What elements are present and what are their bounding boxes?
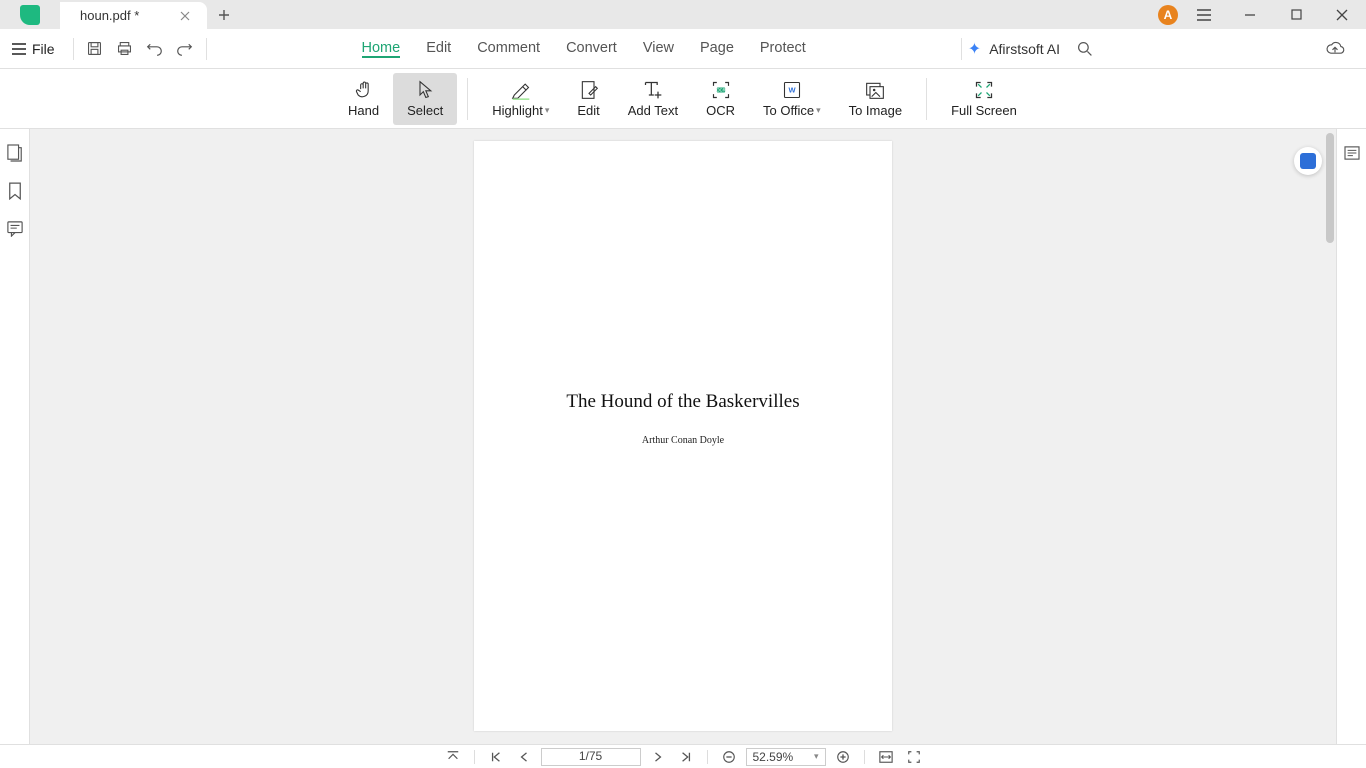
vertical-scrollbar[interactable] [1326,133,1334,243]
comment-panel-icon[interactable] [5,219,25,239]
tool-edit[interactable]: Edit [563,73,613,125]
page-number-field[interactable]: 1/75 [541,748,641,766]
new-tab-button[interactable] [207,0,241,29]
tab-home[interactable]: Home [362,40,401,58]
titlebar: houn.pdf * A [0,0,1366,29]
app-logo [0,0,60,29]
maximize-button[interactable] [1276,1,1316,29]
edit-doc-icon [578,79,600,101]
hand-icon [353,79,375,101]
tool-to-office[interactable]: W To Office▾ [749,73,835,125]
tab-protect[interactable]: Protect [760,40,806,58]
thumbnails-icon[interactable] [5,143,25,163]
zoom-in-icon[interactable] [832,748,854,766]
tool-office-label: To Office [763,103,814,118]
last-page-icon[interactable] [675,748,697,766]
next-page-icon[interactable] [647,748,669,766]
tool-add-text[interactable]: Add Text [614,73,692,125]
tool-image-label: To Image [849,103,902,118]
ai-label: Afirstsoft AI [989,41,1060,57]
document-tab[interactable]: houn.pdf * [60,2,207,29]
tab-title: houn.pdf * [80,8,139,23]
ocr-icon: OCR [710,79,732,101]
add-text-icon [642,79,664,101]
pdf-page: The Hound of the Baskervilles Arthur Con… [474,141,892,731]
undo-icon[interactable] [140,34,170,64]
scroll-top-icon[interactable] [442,748,464,766]
ribbon-toolbar: Hand Select Highlight▾ Edit Add Text OCR… [0,69,1366,129]
main-area: The Hound of the Baskervilles Arthur Con… [0,129,1366,744]
sparkle-icon: ✦ [968,39,981,59]
tab-convert[interactable]: Convert [566,40,617,58]
user-avatar[interactable]: A [1158,5,1178,25]
zoom-value: 52.59% [753,750,794,764]
right-panel-icon[interactable] [1342,143,1362,163]
tool-highlight[interactable]: Highlight▾ [478,73,563,125]
ai-button[interactable]: ✦ Afirstsoft AI [968,39,1060,59]
tool-highlight-label: Highlight [492,103,543,118]
minimize-button[interactable] [1230,1,1270,29]
document-canvas[interactable]: The Hound of the Baskervilles Arthur Con… [30,129,1336,744]
main-nav-tabs: Home Edit Comment Convert View Page Prot… [362,40,806,58]
document-title: The Hound of the Baskervilles [474,391,892,413]
highlighter-icon [510,79,532,101]
zoom-out-icon[interactable] [718,748,740,766]
right-sidebar [1336,129,1366,744]
tool-ocr-label: OCR [706,103,735,118]
file-label: File [32,41,55,57]
tool-ocr[interactable]: OCR OCR [692,73,749,125]
navbar: File Home Edit Comment Convert View Page… [0,29,1366,69]
tool-to-image[interactable]: To Image [835,73,916,125]
tool-addtext-label: Add Text [628,103,678,118]
image-icon [864,79,886,101]
tab-page[interactable]: Page [700,40,734,58]
fit-width-icon[interactable] [875,748,897,766]
cursor-icon [414,79,436,101]
zoom-level-field[interactable]: 52.59% ▾ [746,748,826,766]
save-icon[interactable] [80,34,110,64]
tool-fullscreen[interactable]: Full Screen [937,73,1031,125]
caret-icon: ▾ [816,105,821,116]
tool-fullscreen-label: Full Screen [951,103,1017,118]
svg-text:W: W [788,86,796,95]
left-sidebar [0,129,30,744]
search-icon[interactable] [1070,34,1100,64]
convert-word-badge[interactable] [1294,147,1322,175]
prev-page-icon[interactable] [513,748,535,766]
close-window-button[interactable] [1322,1,1362,29]
file-menu-button[interactable]: File [0,29,67,68]
first-page-icon[interactable] [485,748,507,766]
bookmark-icon[interactable] [5,181,25,201]
document-author: Arthur Conan Doyle [474,435,892,446]
tool-edit-label: Edit [577,103,599,118]
svg-text:OCR: OCR [716,88,725,93]
tab-comment[interactable]: Comment [477,40,540,58]
redo-icon[interactable] [170,34,200,64]
tool-hand[interactable]: Hand [334,73,393,125]
print-icon[interactable] [110,34,140,64]
tab-view[interactable]: View [643,40,674,58]
tab-edit[interactable]: Edit [426,40,451,58]
tool-select[interactable]: Select [393,73,457,125]
tool-hand-label: Hand [348,103,379,118]
status-bar: 1/75 52.59% ▾ [0,744,1366,768]
caret-icon: ▾ [545,105,550,116]
fullscreen-icon [973,79,995,101]
cloud-icon[interactable] [1320,34,1350,64]
caret-icon: ▾ [814,751,819,762]
office-icon: W [781,79,803,101]
close-tab-icon[interactable] [179,10,191,22]
hamburger-menu-icon[interactable] [1184,1,1224,29]
tool-select-label: Select [407,103,443,118]
fit-page-icon[interactable] [903,748,925,766]
